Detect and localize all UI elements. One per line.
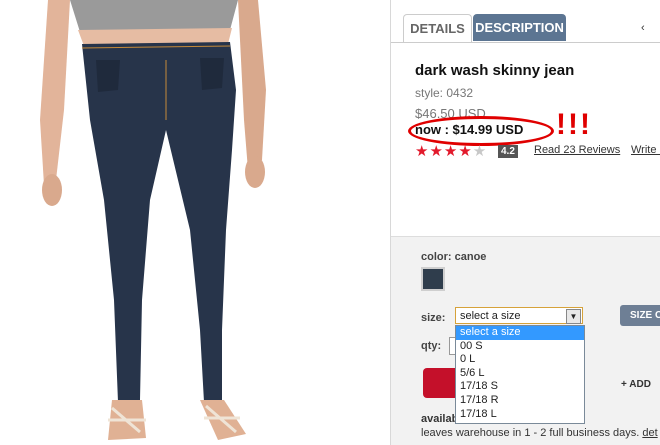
- star-rating: ★★★★★: [415, 142, 487, 160]
- filled-stars-icon: ★★★★: [415, 143, 473, 160]
- dropdown-arrow-icon[interactable]: ▼: [566, 309, 581, 324]
- product-style-number: style: 0432: [415, 86, 474, 100]
- product-photo: [0, 0, 390, 445]
- size-option[interactable]: 00 S: [456, 340, 584, 354]
- size-option[interactable]: select a size: [456, 326, 584, 340]
- collapse-icon[interactable]: ‹: [641, 22, 645, 34]
- exclamation-annotation: !!!: [556, 108, 592, 141]
- shipping-note: leaves warehouse in 1 - 2 full business …: [421, 427, 658, 439]
- tab-underline: [391, 42, 660, 43]
- jeans-model-illustration: [40, 0, 266, 440]
- shipping-note-text: leaves warehouse in 1 - 2 full business …: [421, 427, 640, 439]
- size-select[interactable]: select a size ▼: [455, 307, 583, 324]
- size-option[interactable]: 0 L: [456, 353, 584, 367]
- add-to-list-link[interactable]: + ADD: [621, 379, 651, 390]
- rating-badge: 4.2: [498, 145, 518, 158]
- empty-star-icon: ★: [472, 143, 488, 160]
- add-to-bag-button[interactable]: [423, 368, 457, 398]
- product-title: dark wash skinny jean: [415, 62, 575, 79]
- size-option[interactable]: 17/18 L: [456, 408, 584, 422]
- tab-description[interactable]: DESCRIPTION: [473, 14, 566, 41]
- product-details-panel: DETAILS DESCRIPTION ‹ dark wash skinny j…: [391, 0, 660, 445]
- size-option[interactable]: 5/6 L: [456, 367, 584, 381]
- read-reviews-link[interactable]: Read 23 Reviews: [534, 144, 620, 156]
- size-chart-button[interactable]: SIZE C: [620, 305, 660, 326]
- qty-label: qty:: [421, 340, 442, 352]
- size-option[interactable]: 17/18 R: [456, 394, 584, 408]
- size-option[interactable]: 17/18 S: [456, 380, 584, 394]
- write-review-link[interactable]: Write a: [631, 144, 660, 156]
- size-label: size:: [421, 312, 446, 324]
- tab-details[interactable]: DETAILS: [403, 14, 472, 42]
- color-swatch-canoe[interactable]: [421, 267, 445, 291]
- size-select-value: select a size: [460, 310, 521, 322]
- details-link[interactable]: det: [642, 427, 657, 439]
- size-dropdown-list[interactable]: select a size 00 S 0 L 5/6 L 17/18 S 17/…: [455, 325, 585, 424]
- purchase-options: color: canoe size: select a size ▼ SIZE …: [391, 236, 660, 445]
- color-label: color: canoe: [421, 251, 487, 263]
- availability-label: availab: [421, 413, 459, 425]
